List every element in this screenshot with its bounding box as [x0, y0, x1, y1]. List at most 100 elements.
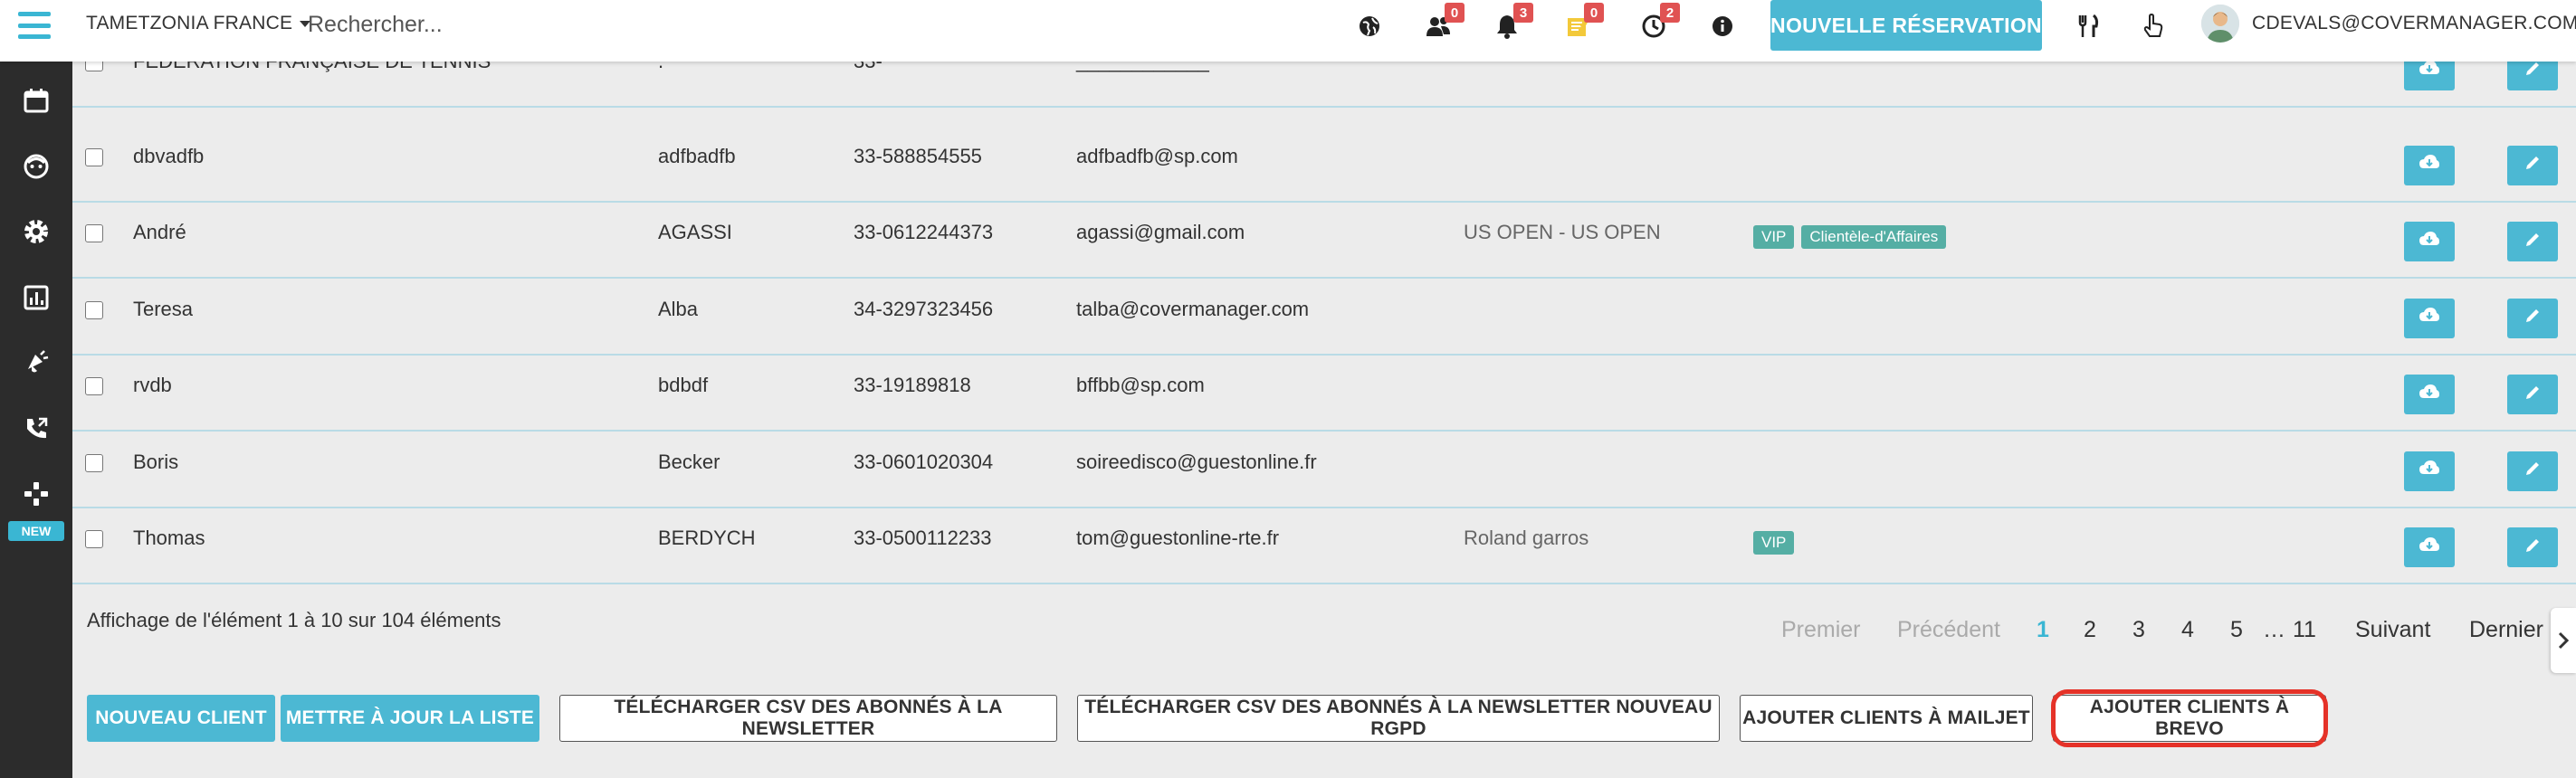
download-button[interactable] [2404, 145, 2455, 185]
cloud-download-icon [2419, 307, 2440, 329]
pagination-page-2[interactable]: 2 [2084, 617, 2096, 643]
cell-phone: 33-588854555 [854, 144, 982, 167]
table-row: rvdb bdbdf 33-19189818 bffbb@sp.com [72, 356, 2576, 432]
download-button[interactable] [2404, 222, 2455, 261]
edit-button[interactable] [2507, 222, 2558, 261]
pencil-icon [2524, 536, 2542, 559]
gear-icon[interactable] [0, 206, 72, 257]
globe-icon[interactable] [1354, 11, 1385, 42]
org-selector[interactable]: TAMETZONIA FRANCE [86, 13, 311, 34]
edit-button[interactable] [2507, 527, 2558, 567]
cell-last-name: AGASSI [658, 221, 732, 243]
tag-badge: Clientèle-d'Affaires [1801, 225, 1947, 249]
cloud-download-icon [2419, 154, 2440, 176]
download-csv-newsletter-button[interactable]: TÉLÉCHARGER CSV DES ABONNÉS À LA NEWSLET… [559, 695, 1057, 742]
pagination-page-11[interactable]: 11 [2293, 617, 2316, 643]
tag-badge: VIP [1753, 225, 1795, 249]
row-checkbox[interactable] [85, 377, 103, 395]
cell-email: adfbadfb@sp.com [1076, 144, 1238, 167]
edit-button[interactable] [2507, 451, 2558, 491]
table-row: André AGASSI 33-0612244373 agassi@gmail.com… [72, 203, 2576, 279]
cell-email: talba@covermanager.com [1076, 297, 1310, 320]
cell-company: Roland garros [1464, 527, 1589, 549]
tag-badge: VIP [1753, 531, 1795, 555]
pagination-previous[interactable]: Précédent [1897, 617, 2000, 643]
pagination-page-5[interactable]: 5 [2230, 617, 2243, 643]
row-checkbox[interactable] [85, 224, 103, 242]
cell-phone: 33-0601020304 [854, 450, 994, 473]
cell-first-name: Boris [133, 450, 179, 473]
table-row: Thomas BERDYCH 33-0500112233 tom@guestonlin… [72, 508, 2576, 584]
notes-badge: 0 [1584, 3, 1604, 23]
pencil-icon [2524, 307, 2542, 329]
search-input[interactable] [308, 5, 778, 43]
restaurant-icon[interactable] [2073, 11, 2104, 42]
cell-email: tom@guestonline-rte.fr [1076, 527, 1280, 549]
download-button[interactable] [2404, 298, 2455, 338]
row-checkbox[interactable] [85, 300, 103, 319]
pagination-page-3[interactable]: 3 [2132, 617, 2145, 643]
table-info: Affichage de l'élément 1 à 10 sur 104 él… [87, 609, 501, 631]
download-csv-newsletter-rgpd-button[interactable]: TÉLÉCHARGER CSV DES ABONNÉS À LA NEWSLET… [1077, 695, 1720, 742]
download-button[interactable] [2404, 451, 2455, 491]
table-row: Teresa Alba 34-3297323456 talba@covermanage… [72, 280, 2576, 356]
cell-email: bffbb@sp.com [1076, 374, 1205, 396]
add-clients-mailjet-button[interactable]: AJOUTER CLIENTS À MAILJET [1740, 695, 2033, 742]
table-row: Boris Becker 33-0601020304 soireedisco@gues… [72, 432, 2576, 508]
bell-badge: 3 [1513, 3, 1533, 23]
notes-icon[interactable]: 0 [1562, 3, 1604, 42]
cloud-download-icon [2419, 231, 2440, 253]
edit-button[interactable] [2507, 298, 2558, 338]
cell-last-name: Becker [658, 450, 720, 473]
row-checkbox[interactable] [85, 530, 103, 548]
pagination-first[interactable]: Premier [1781, 617, 1861, 643]
pencil-icon [2524, 460, 2542, 482]
clock-icon[interactable]: 2 [1638, 3, 1680, 42]
chevron-right-icon[interactable] [2551, 608, 2576, 673]
bell-icon[interactable]: 3 [1492, 3, 1533, 42]
edit-button[interactable] [2507, 375, 2558, 414]
sidebar: NEW [0, 62, 72, 778]
new-client-button[interactable]: NOUVEAU CLIENT [87, 695, 275, 742]
row-checkbox[interactable] [85, 453, 103, 472]
calendar-icon[interactable] [0, 75, 72, 126]
cloud-download-icon [2419, 460, 2440, 482]
clock-badge: 2 [1660, 3, 1680, 23]
pagination-last[interactable]: Dernier [2469, 617, 2543, 643]
pagination-page-4[interactable]: 4 [2181, 617, 2194, 643]
hand-pointer-icon[interactable] [2138, 11, 2169, 42]
org-name: TAMETZONIA FRANCE [86, 13, 293, 33]
download-button[interactable] [2404, 527, 2455, 567]
phone-icon[interactable] [0, 403, 72, 454]
people-icon[interactable]: 0 [1423, 3, 1465, 42]
cell-phone: 33-19189818 [854, 374, 971, 396]
cell-first-name: Thomas [133, 527, 205, 549]
campaign-icon[interactable] [0, 337, 72, 388]
user-email[interactable]: CDEVALS@COVERMANAGER.COM [2252, 13, 2576, 34]
row-checkbox[interactable] [85, 147, 103, 166]
cell-last-name: adfbadfb [658, 144, 736, 167]
avatar[interactable] [2201, 5, 2239, 43]
cell-first-name: Teresa [133, 297, 194, 320]
chart-icon[interactable] [0, 272, 72, 323]
top-bar: TAMETZONIA FRANCE 0 3 0 2 NOUVELLE RÉSER… [0, 0, 2576, 62]
cell-company: US OPEN - US OPEN [1464, 221, 1661, 243]
cell-phone: 33-0500112233 [854, 527, 992, 549]
menu-icon[interactable] [18, 12, 51, 39]
pagination-next[interactable]: Suivant [2355, 617, 2430, 643]
face-icon[interactable] [0, 141, 72, 192]
cell-first-name: rvdb [133, 374, 172, 396]
cell-phone: 34-3297323456 [854, 297, 994, 320]
pencil-icon [2524, 231, 2542, 253]
cell-first-name: André [133, 221, 186, 243]
edit-button[interactable] [2507, 145, 2558, 185]
cloud-download-icon [2419, 536, 2440, 559]
new-reservation-button[interactable]: NOUVELLE RÉSERVATION [1770, 0, 2042, 51]
info-icon[interactable] [1707, 11, 1738, 42]
pencil-icon [2524, 60, 2542, 82]
update-list-button[interactable]: METTRE À JOUR LA LISTE [281, 695, 539, 742]
highlight-annotation [2051, 689, 2328, 747]
download-button[interactable] [2404, 375, 2455, 414]
gamepad-icon[interactable] [0, 469, 72, 519]
pagination-page-1[interactable]: 1 [2037, 617, 2049, 643]
